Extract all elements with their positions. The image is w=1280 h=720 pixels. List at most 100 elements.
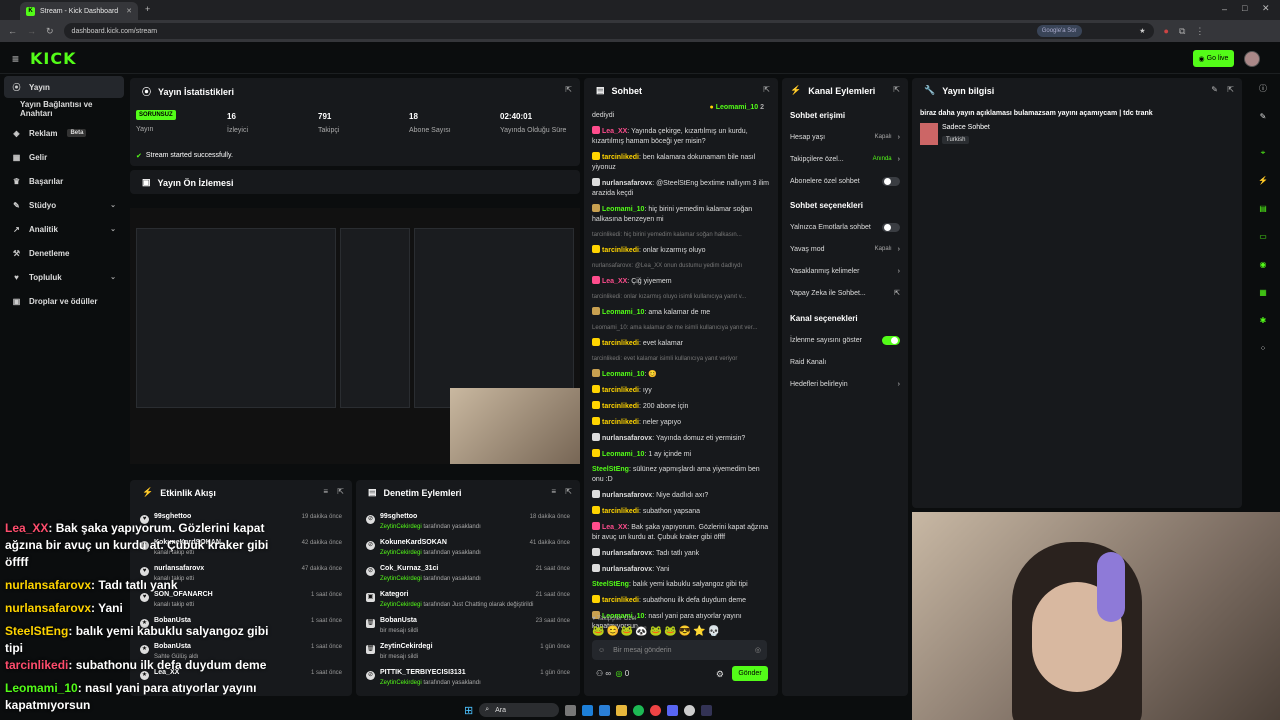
chat-message[interactable]: Lea_XX: Çiğ yiyemem bbox=[592, 276, 772, 287]
chat-message[interactable]: tarcinlikedi: neler yapıyo bbox=[592, 417, 772, 428]
chat-username[interactable]: SteelStEng bbox=[592, 581, 629, 588]
chat-message[interactable]: Leomami_10: hiç birini yemedim kalamar s… bbox=[592, 204, 772, 225]
emote-picker-icon[interactable]: ◎ bbox=[755, 646, 761, 654]
close-window-icon[interactable]: ✕ bbox=[1262, 3, 1270, 14]
chat-username[interactable]: nurlansafarovx bbox=[602, 492, 652, 499]
sidebar-item-yayin[interactable]: ⦿ Yayın bbox=[4, 76, 124, 98]
popout-icon[interactable]: ⇱ bbox=[565, 85, 572, 94]
chat-message[interactable]: tarcinlikedi: 200 abone için bbox=[592, 401, 772, 412]
popout-icon[interactable]: ⇱ bbox=[763, 85, 770, 94]
sidebar-item-studyo[interactable]: ✎ Stüdyo ⌄ bbox=[4, 194, 124, 216]
maximize-icon[interactable]: □ bbox=[1242, 3, 1247, 13]
sidebar-item-topluluk[interactable]: ♥ Topluluk ⌄ bbox=[4, 266, 124, 288]
close-tab-icon[interactable]: ✕ bbox=[126, 7, 132, 15]
task-view-icon[interactable] bbox=[565, 704, 577, 716]
sidebar-item-reklam[interactable]: ◈ Reklam Beta bbox=[4, 122, 124, 144]
sidebar-item-denetleme[interactable]: ⚒ Denetleme bbox=[4, 242, 124, 264]
user-avatar[interactable] bbox=[1244, 51, 1260, 67]
reload-icon[interactable]: ↻ bbox=[46, 26, 54, 37]
popout-icon[interactable]: ⇱ bbox=[1227, 85, 1234, 94]
chat-message[interactable]: nurlansafarovx: @SteelStEng bextime nall… bbox=[592, 178, 772, 199]
chat-message[interactable]: tarcinlikedi: ıyy bbox=[592, 385, 772, 396]
goals-option[interactable]: Hedefleri belirleyin › bbox=[790, 377, 900, 391]
chat-username[interactable]: tarcinlikedi bbox=[602, 154, 639, 161]
chat-reply-context[interactable]: nurlansafarovx: @Lea_XX onun dustumu yed… bbox=[592, 261, 772, 271]
kick-logo[interactable]: KICK bbox=[30, 49, 77, 68]
chat-message[interactable]: nurlansafarovx: Tadı tatlı yank bbox=[592, 548, 772, 559]
emote-bar[interactable]: 🐸😊🐸🐼🐸🐸😎⭐💀 bbox=[592, 626, 722, 637]
obs-icon[interactable] bbox=[684, 704, 696, 716]
slow-mode-option[interactable]: Yavaş mod Kapalı › bbox=[790, 242, 900, 256]
new-tab-icon[interactable]: + bbox=[145, 4, 150, 14]
sidebar-item-gelir[interactable]: ▦ Gelir bbox=[4, 146, 124, 168]
chat-reply-context[interactable]: tarcinlikedi: evet kalamar isimli kullan… bbox=[592, 354, 772, 364]
extensions-puzzle-icon[interactable]: ⧉ bbox=[1179, 26, 1185, 37]
chat-message[interactable]: tarcinlikedi: onlar kızarmış oluyo bbox=[592, 245, 772, 256]
chat-username[interactable]: Lea_XX bbox=[602, 524, 627, 531]
chat-message[interactable]: dediydi bbox=[592, 111, 772, 121]
chrome-icon[interactable] bbox=[650, 704, 662, 716]
emotes-only-toggle[interactable] bbox=[882, 222, 900, 232]
chat-username[interactable]: Lea_XX bbox=[602, 278, 627, 285]
chat-points[interactable]: ⚇ ∞ ◎ 0 bbox=[596, 669, 629, 678]
hamburger-menu-icon[interactable]: ≡ bbox=[12, 52, 19, 66]
chat-username[interactable]: SteelStEng bbox=[592, 466, 629, 473]
url-field[interactable]: dashboard.kick.com/stream Google'a Sor ★ bbox=[63, 23, 1154, 39]
chat-username[interactable]: tarcinlikedi bbox=[602, 247, 639, 254]
show-viewers-option[interactable]: İzlenme sayısını göster bbox=[790, 333, 900, 347]
chat-username[interactable]: tarcinlikedi bbox=[602, 508, 639, 515]
chat-username[interactable]: tarcinlikedi bbox=[602, 387, 639, 394]
chat-message[interactable]: Leomami_10: 😊 bbox=[592, 369, 772, 380]
chat-message[interactable]: tarcinlikedi: ben kalamara dokunamam bil… bbox=[592, 152, 772, 173]
apps-icon[interactable]: ⁘ bbox=[1256, 342, 1270, 356]
chat-message[interactable]: Leomami_10: 1 ay içinde mi bbox=[592, 449, 772, 460]
sidebar-item-basarilar[interactable]: ♛ Başarılar bbox=[4, 170, 124, 192]
chat-message[interactable]: tarcinlikedi: evet kalamar bbox=[592, 338, 772, 349]
chat-reply-context[interactable]: Leomami_10: ama kalamar de me isimli kul… bbox=[592, 323, 772, 333]
banned-words-option[interactable]: Yasaklanmış kelimeler › bbox=[790, 264, 900, 278]
subs-only-toggle[interactable] bbox=[882, 176, 900, 186]
settings-gear-icon[interactable]: ⚙ bbox=[716, 669, 724, 680]
document-icon[interactable]: ▤ bbox=[1256, 202, 1270, 216]
chat-username[interactable]: nurlansafarovx bbox=[602, 435, 652, 442]
sidebar-item-droplar[interactable]: ▣ Droplar ve ödüller bbox=[4, 290, 124, 312]
go-live-button[interactable]: ◉ Go live bbox=[1193, 50, 1234, 67]
emoji-icon[interactable]: ☺ bbox=[598, 647, 605, 654]
taskbar-search[interactable]: ⌕ Ara bbox=[479, 703, 560, 717]
minimize-icon[interactable]: – bbox=[1222, 4, 1227, 14]
forward-icon[interactable]: → bbox=[27, 26, 36, 36]
popout-icon[interactable]: ⇱ bbox=[565, 487, 572, 496]
popout-icon[interactable]: ⇱ bbox=[337, 487, 344, 496]
chat-username[interactable]: nurlansafarovx bbox=[602, 180, 652, 187]
extension-icon[interactable]: ● bbox=[1164, 26, 1169, 36]
chat-message[interactable]: SteelStEng: balık yemi kabuklu salyangoz… bbox=[592, 580, 772, 590]
chat-reply-context[interactable]: tarcinlikedi: onlar kızarmış oluyo isiml… bbox=[592, 292, 772, 302]
chat-reply-context[interactable]: tarcinlikedi: hiç birini yemedim kalamar… bbox=[592, 230, 772, 240]
bookmark-star-icon[interactable]: ★ bbox=[1139, 27, 1145, 35]
chat-message[interactable]: Leomami_10: ama kalamar de me bbox=[592, 307, 772, 318]
chat-message[interactable]: SteelStEng: sülünez yapmışlardı ama yiye… bbox=[592, 465, 772, 485]
folder-icon[interactable] bbox=[616, 704, 628, 716]
filter-icon[interactable]: ≡ bbox=[551, 487, 556, 496]
spotify-icon[interactable] bbox=[633, 704, 645, 716]
edit-pencil-icon[interactable]: ✎ bbox=[1211, 85, 1218, 94]
browser-tab[interactable]: K Stream - Kick Dashboard ✕ bbox=[20, 2, 138, 20]
lightning-icon[interactable]: ⚡ bbox=[1256, 174, 1270, 188]
chat-username[interactable]: tarcinlikedi bbox=[602, 419, 639, 426]
chat-input[interactable]: ☺ Bir mesaj gönderin ◎ bbox=[592, 640, 767, 660]
filter-icon[interactable]: ≡ bbox=[323, 487, 328, 496]
chat-username[interactable]: tarcinlikedi bbox=[602, 403, 639, 410]
chat-message[interactable]: tarcinlikedi: subathon yapsana bbox=[592, 506, 772, 517]
chat-message[interactable]: tarcinlikedi: subathonu ilk defa duydum … bbox=[592, 595, 772, 606]
google-ask-button[interactable]: Google'a Sor bbox=[1036, 25, 1082, 37]
chat-username[interactable]: nurlansafarovx bbox=[602, 566, 652, 573]
sidebar-item-analitik[interactable]: ↗ Analitik ⌄ bbox=[4, 218, 124, 240]
sidebar-item-stream-key[interactable]: Yayın Bağlantısı ve Anahtarı bbox=[4, 98, 124, 120]
broadcast-icon[interactable]: ◉ bbox=[1256, 258, 1270, 272]
edge-icon[interactable] bbox=[582, 704, 594, 716]
menu-dots-icon[interactable]: ⋮ bbox=[1195, 26, 1204, 37]
chat-username[interactable]: Leomami_10 bbox=[602, 206, 644, 213]
popout-icon[interactable]: ⇱ bbox=[893, 85, 900, 94]
followers-only-option[interactable]: Takipçilere özel... Anında › bbox=[790, 152, 900, 166]
activity-icon[interactable]: ⌖ bbox=[1256, 146, 1270, 160]
